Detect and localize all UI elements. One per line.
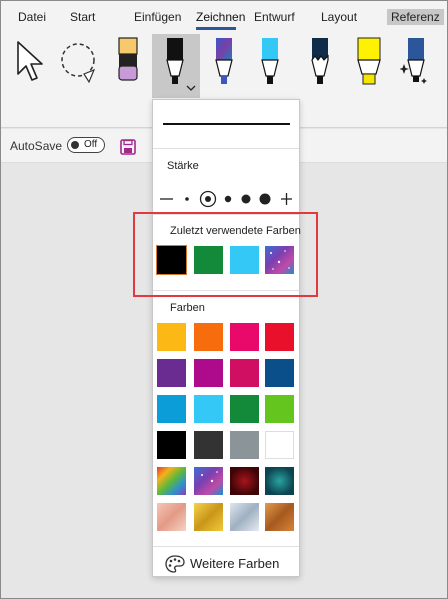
- separator: [153, 546, 299, 547]
- recent-colors-label: Zuletzt verwendete Farben: [170, 225, 301, 237]
- save-icon[interactable]: [120, 139, 136, 155]
- autosave-label: AutoSave: [10, 139, 63, 153]
- color-swatch-red[interactable]: [265, 323, 294, 351]
- color-swatch-raspberry[interactable]: [230, 359, 259, 387]
- stroke-preview: [163, 123, 290, 125]
- color-swatch-dark-gray[interactable]: [194, 431, 223, 459]
- color-swatch-magenta[interactable]: [194, 359, 223, 387]
- tab-zeichnen[interactable]: Zeichnen: [196, 10, 245, 24]
- tab-layout[interactable]: Layout: [321, 10, 357, 24]
- color-swatch-white[interactable]: [265, 431, 294, 459]
- color-swatch-purple[interactable]: [157, 359, 186, 387]
- recent-color-cyan[interactable]: [230, 246, 259, 274]
- texture-swatch-silver[interactable]: [230, 503, 259, 531]
- thickness-option-3[interactable]: [224, 195, 232, 203]
- separator: [153, 148, 299, 149]
- toggle-knob: [71, 141, 79, 149]
- texture-swatch-rainbow[interactable]: [157, 467, 186, 495]
- texture-swatch-bronze[interactable]: [265, 503, 294, 531]
- chevron-down-icon[interactable]: [186, 84, 196, 92]
- separator: [153, 290, 299, 291]
- color-swatch-gray[interactable]: [230, 431, 259, 459]
- tab-referenz[interactable]: Referenz: [387, 9, 444, 25]
- texture-swatch-ocean[interactable]: [265, 467, 294, 495]
- action-pen-icon[interactable]: [400, 36, 430, 88]
- color-swatch-orange[interactable]: [194, 323, 223, 351]
- color-swatch-green[interactable]: [230, 395, 259, 423]
- colors-label: Farben: [170, 302, 205, 314]
- active-tab-indicator: [196, 27, 236, 30]
- texture-swatch-galaxy[interactable]: [194, 467, 223, 495]
- thickness-option-1[interactable]: [185, 197, 189, 201]
- color-swatch-pink[interactable]: [230, 323, 259, 351]
- thickness-option-2[interactable]: [205, 196, 211, 202]
- texture-swatch-rose-gold[interactable]: [157, 503, 186, 531]
- pen-black-icon[interactable]: [163, 36, 187, 88]
- color-swatch-lime[interactable]: [265, 395, 294, 423]
- lasso-select-icon[interactable]: [58, 40, 104, 86]
- thickness-label: Stärke: [167, 160, 199, 172]
- color-swatch-navy[interactable]: [265, 359, 294, 387]
- thickness-option-4[interactable]: [241, 194, 251, 204]
- tab-entwurf[interactable]: Entwurf: [254, 10, 295, 24]
- pen-options-dropdown: Stärke Zuletzt verwendete Farben Farben: [152, 99, 301, 578]
- color-swatch-black[interactable]: [157, 431, 186, 459]
- more-colors-label: Weitere Farben: [190, 556, 280, 571]
- pencil-navy-icon[interactable]: [308, 36, 332, 88]
- recent-color-galaxy[interactable]: [265, 246, 294, 274]
- separator: [153, 214, 299, 215]
- color-swatch-cyan[interactable]: [194, 395, 223, 423]
- tab-einfuegen[interactable]: Einfügen: [134, 10, 181, 24]
- color-swatch-gold[interactable]: [157, 323, 186, 351]
- color-swatch-blue[interactable]: [157, 395, 186, 423]
- tab-start[interactable]: Start: [70, 10, 95, 24]
- select-arrow-icon[interactable]: [14, 40, 48, 84]
- pen-cyan-icon[interactable]: [258, 36, 282, 88]
- eraser-icon[interactable]: [116, 36, 140, 84]
- autosave-toggle[interactable]: Off: [67, 137, 105, 153]
- thickness-row: [160, 190, 292, 208]
- palette-icon: [165, 555, 185, 573]
- texture-swatch-gold[interactable]: [194, 503, 223, 531]
- texture-swatch-ruby[interactable]: [230, 467, 259, 495]
- tab-datei[interactable]: Datei: [18, 10, 46, 24]
- more-colors-button[interactable]: Weitere Farben: [153, 550, 299, 578]
- recent-color-black[interactable]: [156, 245, 187, 275]
- recent-color-green[interactable]: [194, 246, 223, 274]
- pen-galaxy-icon[interactable]: [212, 36, 236, 88]
- thickness-option-5[interactable]: [259, 193, 271, 205]
- autosave-toggle-state: Off: [84, 139, 98, 150]
- highlighter-yellow-icon[interactable]: [354, 36, 384, 88]
